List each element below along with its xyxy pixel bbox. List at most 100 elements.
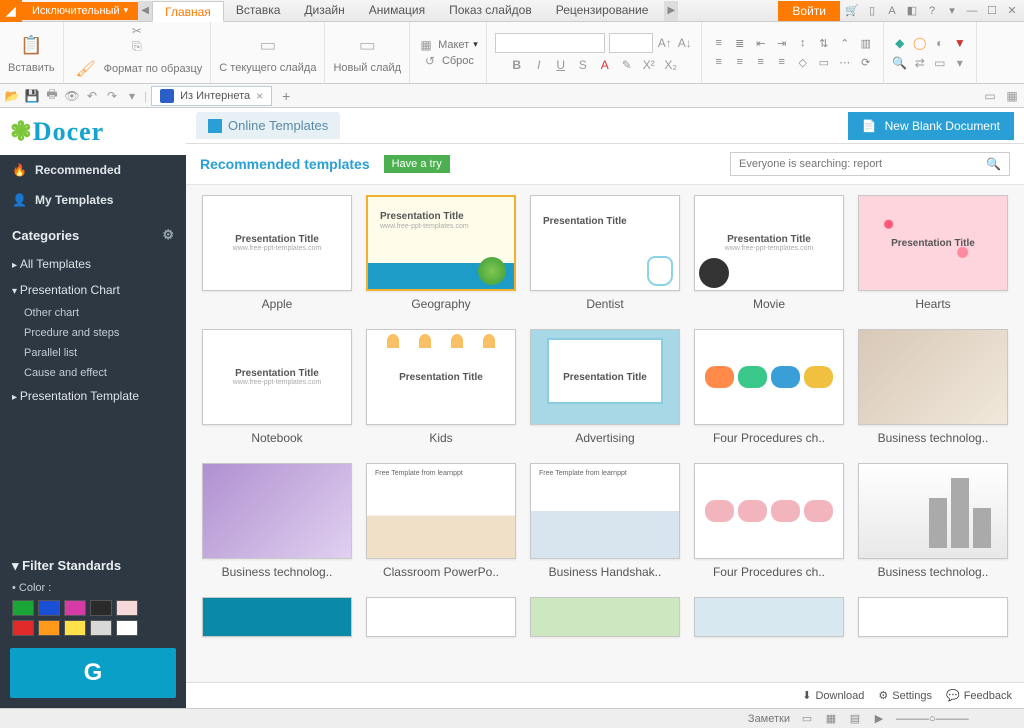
- template-thumb[interactable]: [694, 329, 844, 425]
- template-thumb[interactable]: Presentation Title: [366, 329, 516, 425]
- color-swatch[interactable]: [90, 600, 112, 616]
- bullets-icon[interactable]: ≡: [710, 35, 728, 51]
- text-dir-icon[interactable]: ⇅: [815, 35, 833, 51]
- align-left-icon[interactable]: ≡: [710, 54, 728, 70]
- font-color-icon[interactable]: A: [597, 57, 613, 73]
- template-thumb[interactable]: [530, 597, 680, 637]
- exclusive-badge[interactable]: Исключительный ▾: [22, 2, 138, 20]
- template-thumb[interactable]: Free Template from learnppt: [366, 463, 516, 559]
- dropdown-icon[interactable]: ▾: [952, 55, 968, 71]
- save-icon[interactable]: 💾: [24, 88, 40, 104]
- undo-icon[interactable]: ↶: [84, 88, 100, 104]
- underline-icon[interactable]: U: [553, 57, 569, 73]
- layout-button[interactable]: ▦ Макет▾: [418, 37, 478, 53]
- feedback-button[interactable]: 💬Feedback: [946, 689, 1012, 702]
- superscript-icon[interactable]: X²: [641, 57, 657, 73]
- find-icon[interactable]: 🔍: [892, 55, 908, 71]
- preview-icon[interactable]: 👁: [64, 88, 80, 104]
- quick-styles-icon[interactable]: ▼: [952, 35, 968, 51]
- template-card[interactable]: Free Template from learnpptClassroom Pow…: [366, 463, 516, 579]
- tree-presentation-chart[interactable]: Presentation Chart: [0, 277, 186, 303]
- copy-icon[interactable]: ⎘: [129, 39, 145, 55]
- template-thumb[interactable]: [694, 597, 844, 637]
- template-thumb[interactable]: Presentation Title: [530, 195, 680, 291]
- indent-inc-icon[interactable]: ⇥: [773, 35, 791, 51]
- template-thumb[interactable]: Presentation Title: [858, 195, 1008, 291]
- close-tab-icon[interactable]: ×: [256, 89, 263, 103]
- shape-outline-icon[interactable]: ◯: [912, 35, 928, 51]
- template-card[interactable]: Four Procedures ch..: [694, 329, 844, 445]
- tab-insert[interactable]: Вставка: [224, 0, 293, 21]
- redo-icon[interactable]: ↷: [104, 88, 120, 104]
- tab-home[interactable]: Главная: [152, 1, 224, 22]
- sidebar-item-recommended[interactable]: 🔥 Recommended: [0, 155, 186, 185]
- template-thumb[interactable]: [694, 463, 844, 559]
- tab-animation[interactable]: Анимация: [357, 0, 437, 21]
- increase-font-icon[interactable]: A↑: [657, 35, 673, 51]
- columns-icon[interactable]: ▥: [857, 35, 875, 51]
- convert-icon[interactable]: ⟳: [857, 54, 875, 70]
- template-thumb[interactable]: [202, 463, 352, 559]
- tab-slideshow[interactable]: Показ слайдов: [437, 0, 544, 21]
- template-thumb[interactable]: Presentation Titlewww.free-ppt-templates…: [366, 195, 516, 291]
- more-icon[interactable]: ⋯: [836, 54, 854, 70]
- tree-sub-parallel[interactable]: Parallel list: [0, 343, 186, 363]
- align-center-icon[interactable]: ≡: [731, 54, 749, 70]
- template-card[interactable]: Presentation Titlewww.free-ppt-templates…: [202, 329, 352, 445]
- template-card[interactable]: Presentation TitleKids: [366, 329, 516, 445]
- chevron-down-icon[interactable]: ▾: [944, 3, 960, 19]
- arrange-icon[interactable]: ▭: [815, 54, 833, 70]
- window-list-icon[interactable]: ▭: [982, 88, 998, 104]
- align-right-icon[interactable]: ≡: [752, 54, 770, 70]
- sidebar-item-mytemplates[interactable]: 👤 My Templates: [0, 185, 186, 215]
- view-reading-icon[interactable]: ▤: [848, 712, 862, 726]
- shape-effects-icon[interactable]: ◐: [932, 35, 948, 51]
- template-card[interactable]: [202, 597, 352, 637]
- gear-icon[interactable]: ⚙: [162, 227, 174, 243]
- color-swatch[interactable]: [64, 600, 86, 616]
- tree-sub-cause[interactable]: Cause and effect: [0, 363, 186, 383]
- template-card[interactable]: Free Template from learnpptBusiness Hand…: [530, 463, 680, 579]
- numbering-icon[interactable]: ≣: [731, 35, 749, 51]
- tab-scroll-right[interactable]: ▶: [664, 1, 678, 21]
- view-sorter-icon[interactable]: ▦: [824, 712, 838, 726]
- tree-presentation-template[interactable]: Presentation Template: [0, 383, 186, 409]
- settings-button[interactable]: ⚙Settings: [878, 689, 932, 702]
- search-input[interactable]: [731, 158, 978, 170]
- download-button[interactable]: ⬇Download: [802, 689, 864, 702]
- zoom-slider[interactable]: ———○———: [896, 713, 1016, 725]
- new-blank-doc-button[interactable]: 📄 New Blank Document: [848, 112, 1014, 140]
- template-card[interactable]: Four Procedures ch..: [694, 463, 844, 579]
- search-box[interactable]: 🔍: [730, 152, 1010, 176]
- template-thumb[interactable]: Presentation Titlewww.free-ppt-templates…: [694, 195, 844, 291]
- template-card[interactable]: Presentation Titlewww.free-ppt-templates…: [202, 195, 352, 311]
- template-card[interactable]: Presentation TitleHearts: [858, 195, 1008, 311]
- template-thumb[interactable]: [366, 597, 516, 637]
- add-tab-button[interactable]: +: [276, 88, 296, 104]
- document-tab[interactable]: Из Интернета ×: [151, 86, 272, 106]
- color-swatch[interactable]: [90, 620, 112, 636]
- color-swatch[interactable]: [38, 620, 60, 636]
- shape-fill-icon[interactable]: ◆: [892, 35, 908, 51]
- bold-icon[interactable]: B: [509, 57, 525, 73]
- tab-design[interactable]: Дизайн: [292, 0, 356, 21]
- tab-scroll-left[interactable]: ◀: [138, 1, 152, 21]
- cart-icon[interactable]: 🛒: [844, 3, 860, 19]
- template-card[interactable]: Presentation Titlewww.free-ppt-templates…: [694, 195, 844, 311]
- strike-icon[interactable]: S: [575, 57, 591, 73]
- font-icon[interactable]: A: [884, 3, 900, 19]
- color-swatch[interactable]: [116, 600, 138, 616]
- promo-tile[interactable]: G: [10, 648, 176, 698]
- select-icon[interactable]: ▭: [932, 55, 948, 71]
- window-grid-icon[interactable]: ▦: [1004, 88, 1020, 104]
- format-painter-button[interactable]: 🖌 Формат по образцу: [72, 55, 203, 83]
- color-swatch[interactable]: [12, 620, 34, 636]
- template-thumb[interactable]: Free Template from learnppt: [530, 463, 680, 559]
- template-card[interactable]: Presentation TitleAdvertising: [530, 329, 680, 445]
- template-card[interactable]: [694, 597, 844, 637]
- new-slide-button[interactable]: ▭ Новый слайд: [333, 32, 401, 74]
- tree-sub-procedure[interactable]: Prcedure and steps: [0, 323, 186, 343]
- italic-icon[interactable]: I: [531, 57, 547, 73]
- color-swatch[interactable]: [12, 600, 34, 616]
- notes-label[interactable]: Заметки: [748, 713, 790, 725]
